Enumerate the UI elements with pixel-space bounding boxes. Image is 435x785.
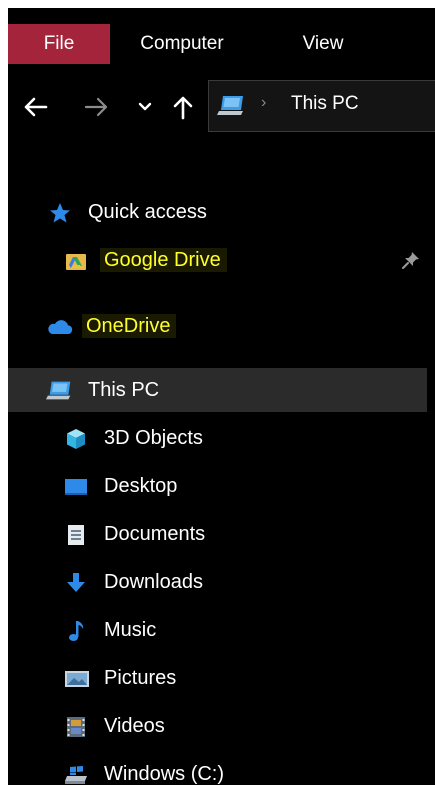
star-icon <box>48 201 72 225</box>
back-button[interactable] <box>18 90 52 124</box>
desktop-icon <box>64 475 88 499</box>
nav-item-videos[interactable]: Videos <box>8 704 427 748</box>
nav-item-onedrive[interactable]: OneDrive <box>8 304 427 348</box>
cloud-icon <box>46 315 73 339</box>
nav-label: Google Drive <box>100 248 227 272</box>
ribbon-tabs: File Computer View <box>8 24 435 64</box>
nav-label: 3D Objects <box>104 427 203 449</box>
nav-label: Downloads <box>104 571 203 593</box>
document-icon <box>64 523 88 547</box>
nav-item-desktop[interactable]: Desktop <box>8 464 427 508</box>
nav-label: OneDrive <box>82 314 177 338</box>
nav-item-windows-c[interactable]: Windows (C:) <box>8 752 427 785</box>
nav-label: Desktop <box>104 475 178 497</box>
nav-label: Videos <box>104 715 165 737</box>
arrow-up-icon <box>173 96 193 120</box>
up-button[interactable] <box>166 90 200 124</box>
nav-label: This PC <box>88 379 160 401</box>
music-note-icon <box>64 619 88 643</box>
nav-item-music[interactable]: Music <box>8 608 427 652</box>
this-pc-icon <box>217 94 247 123</box>
this-pc-icon <box>46 379 71 403</box>
google-drive-folder-icon <box>64 249 88 273</box>
navigation-pane: Quick access Google Drive OneDrive This … <box>8 152 435 785</box>
drive-icon <box>64 763 88 785</box>
nav-item-documents[interactable]: Documents <box>8 512 427 556</box>
film-icon <box>64 715 88 739</box>
chevron-down-icon <box>138 102 152 111</box>
nav-item-3d-objects[interactable]: 3D Objects <box>8 416 427 460</box>
tab-file[interactable]: File <box>8 24 110 64</box>
nav-item-pictures[interactable]: Pictures <box>8 656 427 700</box>
cube-icon <box>64 427 88 451</box>
nav-item-this-pc[interactable]: This PC <box>8 368 427 412</box>
arrow-left-icon <box>24 97 48 117</box>
pin-icon[interactable] <box>401 250 421 275</box>
nav-label: Windows (C:) <box>104 763 225 785</box>
nav-label: Music <box>104 619 157 641</box>
address-bar[interactable]: › This PC <box>208 80 435 132</box>
nav-label: Documents <box>104 523 206 545</box>
nav-label: Pictures <box>104 667 177 689</box>
recent-locations-button[interactable] <box>128 90 162 124</box>
download-arrow-icon <box>64 571 88 595</box>
tab-computer[interactable]: Computer <box>126 24 238 64</box>
nav-item-downloads[interactable]: Downloads <box>8 560 427 604</box>
address-path: This PC <box>291 93 359 114</box>
file-explorer-window: File Computer View › This PC Quick acces… <box>8 8 435 785</box>
nav-item-google-drive[interactable]: Google Drive <box>8 238 427 282</box>
navigation-bar: › This PC <box>8 64 435 152</box>
pictures-icon <box>64 667 89 691</box>
nav-item-quick-access[interactable]: Quick access <box>8 190 427 234</box>
breadcrumb-chevron-icon: › <box>261 94 267 111</box>
forward-button[interactable] <box>80 90 114 124</box>
tab-view[interactable]: View <box>284 24 362 64</box>
nav-label: Quick access <box>88 201 207 223</box>
arrow-right-icon <box>84 97 108 117</box>
